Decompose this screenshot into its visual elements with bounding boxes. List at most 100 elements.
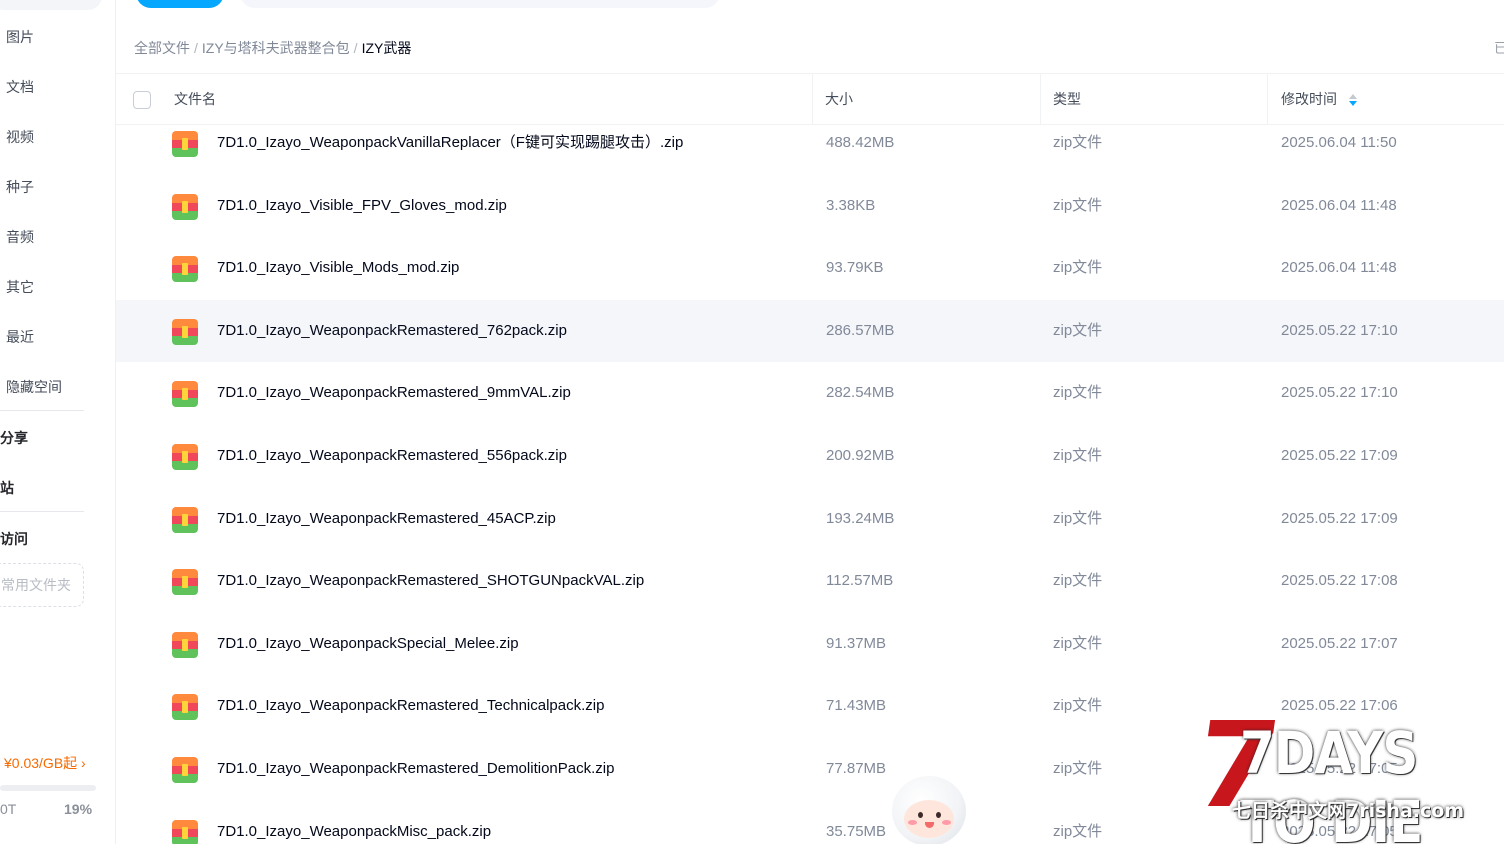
table-row[interactable]: 7D1.0_Izayo_WeaponpackSpecial_Melee.zip 9… xyxy=(116,613,1504,676)
file-size: 193.24MB xyxy=(826,509,895,527)
storage-percent: 19% xyxy=(64,801,93,817)
upload-button[interactable] xyxy=(136,0,224,8)
sidebar-item-recent[interactable]: 最近 xyxy=(6,325,34,349)
zip-file-icon xyxy=(172,756,198,783)
file-name-link[interactable]: 7D1.0_Izayo_WeaponpackRemastered_9mmVAL.… xyxy=(217,362,571,425)
zip-file-icon xyxy=(172,631,198,658)
sidebar: 图片 文档 视频 种子 音频 其它 最近 隐藏空间 分享 站 访问 常用文件夹 … xyxy=(0,0,116,844)
sort-desc-icon[interactable] xyxy=(1347,93,1357,107)
table-row[interactable]: 7D1.0_Izayo_Visible_FPV_Gloves_mod.zip 3.… xyxy=(116,175,1504,238)
zip-file-icon xyxy=(172,381,198,408)
storage-progress-bar xyxy=(0,785,96,791)
sidebar-item-images[interactable]: 图片 xyxy=(6,25,34,49)
sidebar-divider xyxy=(0,410,84,411)
sidebar-item-hidden-space[interactable]: 隐藏空间 xyxy=(6,375,62,399)
file-type: zip文件 xyxy=(1053,384,1103,402)
sidebar-item-other[interactable]: 其它 xyxy=(6,275,34,299)
file-size: 286.57MB xyxy=(826,321,895,339)
file-name-link[interactable]: 7D1.0_Izayo_WeaponpackRemastered_762pack… xyxy=(217,300,567,363)
file-name-link[interactable]: 7D1.0_Izayo_WeaponpackRemastered_SHOTGUN… xyxy=(217,550,644,613)
file-modified-time: 2025.05.22 17:07 xyxy=(1281,634,1398,652)
search-input[interactable] xyxy=(240,0,720,8)
file-type: zip文件 xyxy=(1053,759,1103,777)
file-type: zip文件 xyxy=(1053,259,1103,277)
file-type: zip文件 xyxy=(1053,572,1103,590)
storage-price-link[interactable]: ¥0.03/GB起 › xyxy=(4,753,86,773)
file-type: zip文件 xyxy=(1053,822,1103,840)
breadcrumb-item-all-files[interactable]: 全部文件 xyxy=(134,40,190,56)
zip-file-icon xyxy=(172,193,198,220)
table-row[interactable]: 7D1.0_Izayo_WeaponpackRemastered_9mmVAL.… xyxy=(116,362,1504,425)
file-size: 91.37MB xyxy=(826,634,887,652)
sidebar-divider xyxy=(0,511,84,512)
file-type: zip文件 xyxy=(1053,509,1103,527)
chevron-right-icon: › xyxy=(81,755,86,771)
zip-file-icon xyxy=(172,819,198,844)
breadcrumb: 全部文件 / IZY与塔科夫武器整合包 / IZY武器 xyxy=(134,38,411,58)
file-name-link[interactable]: 7D1.0_Izayo_WeaponpackVanillaReplacer（F键… xyxy=(217,112,683,175)
file-name-link[interactable]: 7D1.0_Izayo_WeaponpackRemastered_Demolit… xyxy=(217,738,614,801)
breadcrumb-separator: / xyxy=(353,40,358,56)
file-name-link[interactable]: 7D1.0_Izayo_Visible_Mods_mod.zip xyxy=(217,237,459,300)
table-row[interactable]: 7D1.0_Izayo_WeaponpackRemastered_SHOTGUN… xyxy=(116,550,1504,613)
file-name-link[interactable]: 7D1.0_Izayo_WeaponpackSpecial_Melee.zip xyxy=(217,613,519,676)
file-modified-time: 2025.05.22 17:08 xyxy=(1281,572,1398,590)
zip-file-icon xyxy=(172,694,198,721)
file-name-link[interactable]: 7D1.0_Izayo_Visible_FPV_Gloves_mod.zip xyxy=(217,175,507,238)
zip-file-icon xyxy=(172,443,198,470)
file-name-link[interactable]: 7D1.0_Izayo_WeaponpackRemastered_Technic… xyxy=(217,675,604,738)
zip-file-icon xyxy=(172,569,198,596)
mascot-eye xyxy=(918,812,923,818)
column-header-modified-label: 修改时间 xyxy=(1281,91,1337,107)
file-size: 112.57MB xyxy=(826,572,894,590)
mascot-assistant-icon[interactable] xyxy=(890,776,968,844)
quick-folder-dropzone[interactable]: 常用文件夹 xyxy=(0,563,84,607)
sidebar-item-audio[interactable]: 音频 xyxy=(6,225,34,249)
sidebar-item-recycle[interactable]: 站 xyxy=(0,476,14,500)
breadcrumb-separator: / xyxy=(194,40,198,56)
zip-file-icon xyxy=(172,506,198,533)
watermark-logo: 7 7DAYS TO DIE 七日杀中文网7risha.com xyxy=(1186,696,1496,844)
file-type: zip文件 xyxy=(1053,446,1103,464)
table-row[interactable]: 7D1.0_Izayo_WeaponpackRemastered_762pack… xyxy=(116,299,1504,363)
file-modified-time: 2025.05.22 17:09 xyxy=(1281,446,1398,464)
file-type: zip文件 xyxy=(1053,196,1103,214)
price-text: ¥0.03/GB起 xyxy=(4,755,78,771)
file-name-link[interactable]: 7D1.0_Izayo_WeaponpackRemastered_45ACP.z… xyxy=(217,488,556,551)
mascot-face xyxy=(904,800,954,838)
file-size: 3.38KB xyxy=(826,196,876,214)
zip-file-icon xyxy=(172,131,198,157)
watermark-subtitle: 七日杀中文网7risha.com xyxy=(1232,800,1465,822)
file-size: 93.79KB xyxy=(826,259,884,277)
file-type: zip文件 xyxy=(1053,321,1103,339)
file-size: 488.42MB xyxy=(826,134,895,151)
sidebar-item-documents[interactable]: 文档 xyxy=(6,75,34,99)
sidebar-item-share[interactable]: 分享 xyxy=(0,426,28,450)
watermark-title: 7DAYS TO DIE xyxy=(1240,720,1423,844)
file-size: 282.54MB xyxy=(826,384,895,402)
table-row[interactable]: 7D1.0_Izayo_WeaponpackVanillaReplacer（F键… xyxy=(116,112,1504,175)
sidebar-item-torrents[interactable]: 种子 xyxy=(6,175,34,199)
file-name-link[interactable]: 7D1.0_Izayo_WeaponpackRemastered_556pack… xyxy=(217,425,567,488)
file-type: zip文件 xyxy=(1053,134,1103,151)
file-size: 77.87MB xyxy=(826,759,887,777)
table-row[interactable]: 7D1.0_Izayo_WeaponpackRemastered_556pack… xyxy=(116,425,1504,488)
sidebar-item-videos[interactable]: 视频 xyxy=(6,125,34,149)
table-row[interactable]: 7D1.0_Izayo_Visible_Mods_mod.zip 93.79KB z… xyxy=(116,237,1504,300)
select-all-checkbox[interactable] xyxy=(133,91,151,109)
file-modified-time: 2025.05.22 17:09 xyxy=(1281,509,1398,527)
file-size: 71.43MB xyxy=(826,697,887,715)
file-modified-time: 2025.05.22 17:10 xyxy=(1281,384,1398,402)
mascot-cheek xyxy=(942,820,951,825)
table-row[interactable]: 7D1.0_Izayo_WeaponpackRemastered_45ACP.z… xyxy=(116,488,1504,551)
file-name-link[interactable]: 7D1.0_Izayo_WeaponpackMisc_pack.zip xyxy=(217,801,491,844)
file-modified-time: 2025.06.04 11:48 xyxy=(1281,196,1397,214)
sidebar-top-item[interactable] xyxy=(0,0,102,10)
breadcrumb-current: IZY武器 xyxy=(361,40,412,56)
zip-file-icon xyxy=(172,256,198,283)
file-size: 35.75MB xyxy=(826,822,887,840)
file-modified-time: 2025.05.22 17:10 xyxy=(1281,321,1398,339)
mascot-eye xyxy=(936,812,941,818)
file-size: 200.92MB xyxy=(826,446,895,464)
breadcrumb-item-parent[interactable]: IZY与塔科夫武器整合包 xyxy=(202,40,350,56)
